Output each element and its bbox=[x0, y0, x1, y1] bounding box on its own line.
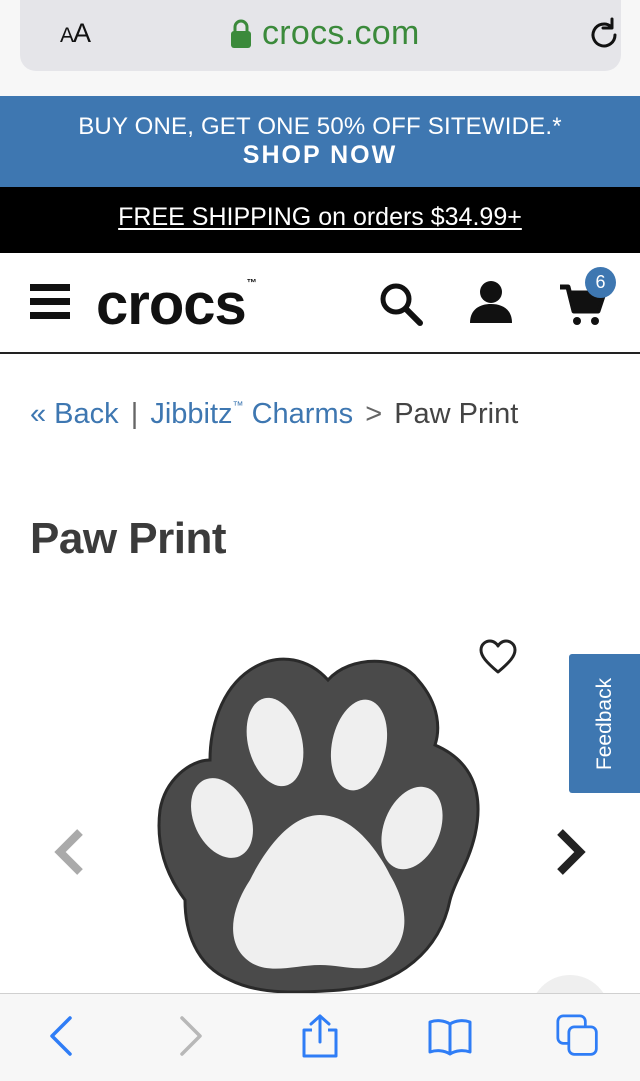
book-icon[interactable] bbox=[428, 1014, 472, 1058]
shop-now-link[interactable]: SHOP NOW bbox=[0, 141, 640, 170]
lock-icon bbox=[231, 19, 251, 48]
browser-address-bar-area: AA crocs.com bbox=[0, 0, 640, 96]
address-bar[interactable]: AA crocs.com bbox=[20, 0, 621, 71]
user-icon[interactable] bbox=[468, 279, 514, 325]
tabs-icon[interactable] bbox=[556, 1014, 600, 1058]
promo-text: BUY ONE, GET ONE 50% OFF SITEWIDE.* bbox=[78, 113, 562, 140]
breadcrumb-separator: > bbox=[365, 398, 383, 430]
breadcrumb-separator: | bbox=[130, 398, 139, 430]
feedback-tab[interactable]: Feedback bbox=[569, 654, 640, 793]
cart-count-badge: 6 bbox=[585, 267, 616, 298]
url-display[interactable]: crocs.com bbox=[230, 14, 420, 53]
wishlist-heart-icon[interactable] bbox=[478, 638, 518, 676]
breadcrumb: « Back | Jibbitz™ Charms > Paw Print bbox=[30, 398, 518, 431]
feedback-label: Feedback bbox=[592, 677, 616, 770]
breadcrumb-category-link[interactable]: Jibbitz™ Charms bbox=[150, 398, 353, 430]
product-image[interactable] bbox=[150, 650, 490, 995]
forward-arrow-icon[interactable] bbox=[168, 1014, 212, 1058]
free-shipping-link[interactable]: FREE SHIPPING on orders $34.99+ bbox=[0, 203, 640, 232]
domain-text: crocs.com bbox=[262, 14, 420, 52]
product-title: Paw Print bbox=[30, 514, 227, 563]
breadcrumb-back-link[interactable]: « Back bbox=[30, 398, 119, 430]
site-header: crocs™ bbox=[0, 253, 640, 354]
text-size-button[interactable]: AA bbox=[60, 18, 91, 49]
breadcrumb-current: Paw Print bbox=[394, 398, 519, 430]
reload-icon[interactable] bbox=[585, 16, 623, 54]
share-icon[interactable] bbox=[298, 1014, 342, 1058]
chevron-right-icon[interactable] bbox=[550, 828, 590, 876]
shipping-banner: FREE SHIPPING on orders $34.99+ bbox=[0, 187, 640, 253]
promo-banner[interactable]: BUY ONE, GET ONE 50% OFF SITEWIDE.* SHOP… bbox=[0, 96, 640, 187]
chevron-left-icon[interactable] bbox=[50, 828, 90, 876]
crocs-logo[interactable]: crocs™ bbox=[96, 271, 257, 338]
back-arrow-icon[interactable] bbox=[40, 1014, 84, 1058]
hamburger-icon[interactable] bbox=[30, 284, 70, 322]
search-icon[interactable] bbox=[378, 281, 424, 327]
browser-toolbar bbox=[0, 993, 640, 1081]
